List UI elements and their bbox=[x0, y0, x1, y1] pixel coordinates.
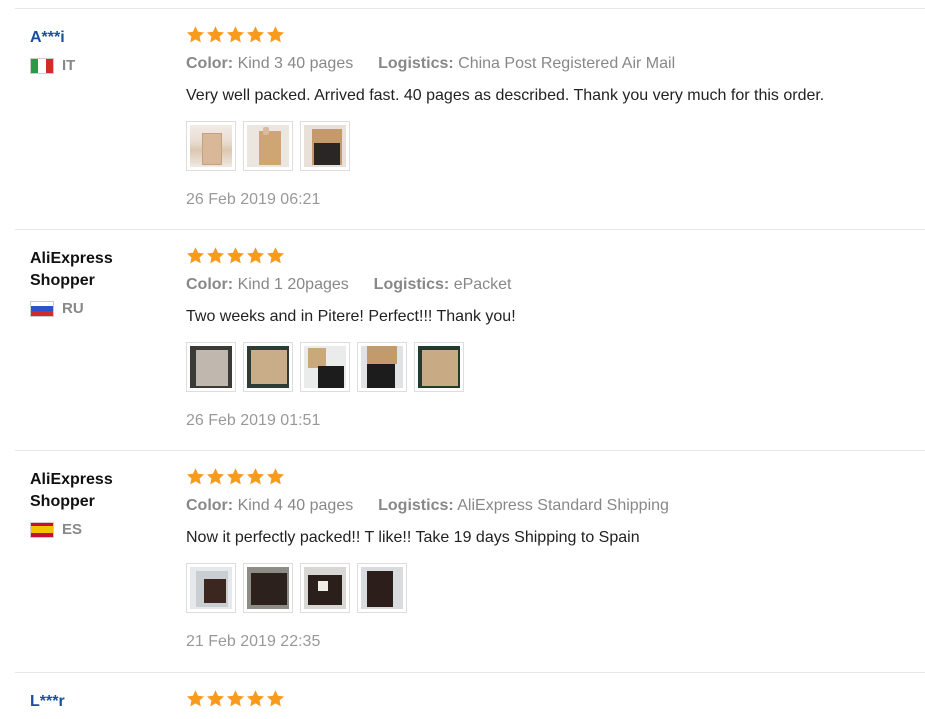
star-icon bbox=[206, 25, 225, 47]
star-icon bbox=[186, 25, 205, 47]
star-icon bbox=[246, 689, 265, 711]
star-rating bbox=[186, 246, 906, 268]
review-date: 21 Feb 2019 22:35 bbox=[186, 633, 321, 650]
review-photo[interactable] bbox=[300, 342, 350, 392]
star-icon bbox=[246, 467, 265, 489]
logistics-label: Logistics: bbox=[373, 276, 450, 293]
star-icon bbox=[186, 246, 205, 268]
review-photo[interactable] bbox=[186, 342, 236, 392]
review-attributes: Color: Kind 4 40 pages Logistics: AliExp… bbox=[186, 495, 906, 517]
reviewer-info: AliExpress Shopper RU bbox=[30, 248, 170, 317]
review-photo[interactable] bbox=[357, 342, 407, 392]
star-rating bbox=[186, 467, 906, 489]
reviewer-name: AliExpress Shopper bbox=[30, 250, 113, 289]
review-attributes: Color: Kind 1 20pages Logistics: ePacket bbox=[186, 274, 906, 296]
review-date: 26 Feb 2019 01:51 bbox=[186, 412, 321, 429]
star-icon bbox=[206, 467, 225, 489]
color-value: Kind 3 40 pages bbox=[237, 55, 354, 72]
reviewer-country: RU bbox=[30, 300, 170, 317]
star-icon bbox=[206, 246, 225, 268]
reviewer-country: IT bbox=[30, 57, 170, 74]
star-icon bbox=[226, 25, 245, 47]
logistics-value: AliExpress Standard Shipping bbox=[457, 497, 669, 514]
review-attributes: Color: Kind 3 40 pages Logistics: China … bbox=[186, 53, 906, 75]
reviewer-info: AliExpress Shopper ES bbox=[30, 469, 170, 538]
star-icon bbox=[266, 689, 285, 711]
country-code: ES bbox=[62, 521, 83, 538]
review-text: Very well packed. Arrived fast. 40 pages… bbox=[186, 87, 825, 104]
reviewer-info: L***r bbox=[30, 691, 170, 713]
color-value: Kind 4 40 pages bbox=[237, 497, 354, 514]
star-icon bbox=[266, 246, 285, 268]
review-photos bbox=[186, 563, 906, 613]
review-item: L***r bbox=[15, 672, 925, 719]
star-icon bbox=[186, 467, 205, 489]
review-photo[interactable] bbox=[414, 342, 464, 392]
review-text: Now it perfectly packed!! T like!! Take … bbox=[186, 529, 640, 546]
review-photo[interactable] bbox=[357, 563, 407, 613]
reviewer-name[interactable]: L***r bbox=[30, 691, 170, 713]
logistics-label: Logistics: bbox=[378, 497, 454, 514]
star-icon bbox=[246, 246, 265, 268]
star-icon bbox=[246, 25, 265, 47]
country-code: RU bbox=[62, 300, 84, 317]
review-body: Color: Kind 3 40 pages Logistics: China … bbox=[186, 25, 906, 211]
star-rating bbox=[186, 25, 906, 47]
review-body: Color: Kind 1 20pages Logistics: ePacket… bbox=[186, 246, 906, 432]
review-photo[interactable] bbox=[243, 342, 293, 392]
review-date: 26 Feb 2019 06:21 bbox=[186, 191, 321, 208]
review-item: AliExpress Shopper ES Color: Kind 4 40 p… bbox=[15, 450, 925, 673]
star-icon bbox=[186, 689, 205, 711]
russia-flag-icon bbox=[30, 300, 54, 317]
review-photo[interactable] bbox=[243, 121, 293, 171]
country-code: IT bbox=[62, 57, 76, 74]
star-rating bbox=[186, 689, 906, 711]
star-icon bbox=[266, 25, 285, 47]
color-label: Color: bbox=[186, 55, 234, 72]
color-label: Color: bbox=[186, 276, 234, 293]
review-photo[interactable] bbox=[300, 563, 350, 613]
review-photo[interactable] bbox=[186, 121, 236, 171]
star-icon bbox=[226, 246, 245, 268]
review-item: A***i IT Color: Kind 3 40 pages Logistic… bbox=[15, 8, 925, 229]
review-photos bbox=[186, 342, 906, 392]
review-item: AliExpress Shopper RU Color: Kind 1 20pa… bbox=[15, 229, 925, 451]
review-photo[interactable] bbox=[243, 563, 293, 613]
review-body: Color: Kind 4 40 pages Logistics: AliExp… bbox=[186, 467, 906, 653]
italy-flag-icon bbox=[30, 57, 54, 74]
logistics-label: Logistics: bbox=[378, 55, 454, 72]
review-photo[interactable] bbox=[300, 121, 350, 171]
reviewer-name[interactable]: A***i bbox=[30, 27, 170, 49]
star-icon bbox=[266, 467, 285, 489]
logistics-value: ePacket bbox=[453, 276, 512, 293]
color-label: Color: bbox=[186, 497, 234, 514]
review-body bbox=[186, 689, 906, 711]
spain-flag-icon bbox=[30, 521, 54, 538]
star-icon bbox=[206, 689, 225, 711]
review-photo[interactable] bbox=[186, 563, 236, 613]
star-icon bbox=[226, 689, 245, 711]
star-icon bbox=[226, 467, 245, 489]
review-photos bbox=[186, 121, 906, 171]
reviewer-country: ES bbox=[30, 521, 170, 538]
review-text: Two weeks and in Pitere! Perfect!!! Than… bbox=[186, 308, 516, 325]
logistics-value: China Post Registered Air Mail bbox=[458, 55, 676, 72]
reviewer-info: A***i IT bbox=[30, 27, 170, 74]
color-value: Kind 1 20pages bbox=[237, 276, 349, 293]
reviewer-name: AliExpress Shopper bbox=[30, 471, 113, 510]
